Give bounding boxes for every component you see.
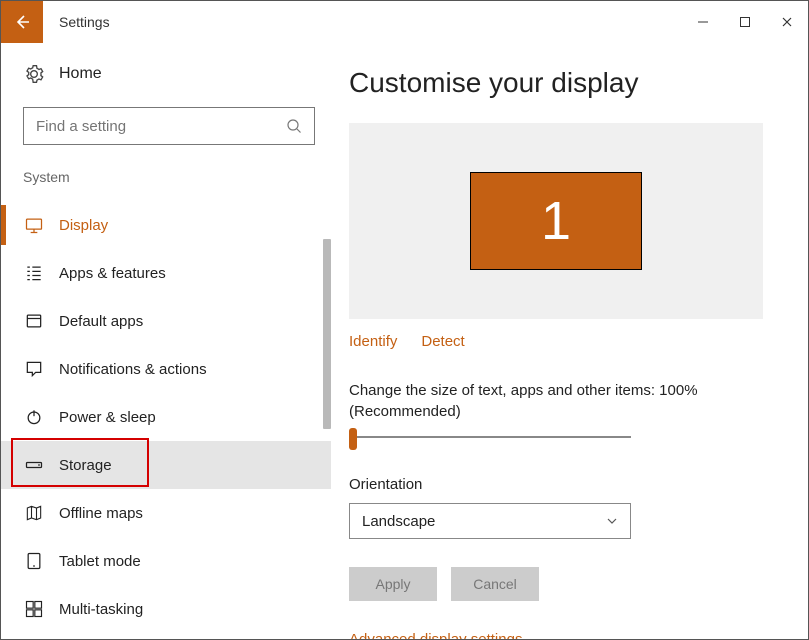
sidebar-item-label: Multi-tasking [59,601,143,618]
close-button[interactable] [766,1,808,43]
restore-icon [739,16,751,28]
sidebar: Home System Display Apps & features [1,43,331,639]
orientation-select[interactable]: Landscape [349,503,631,539]
home-label: Home [59,65,102,83]
default-apps-icon [23,310,45,332]
back-button[interactable] [1,1,43,43]
identify-link[interactable]: Identify [349,333,397,350]
multitask-icon [23,598,45,620]
sidebar-item-display[interactable]: Display [1,201,331,249]
sidebar-item-storage[interactable]: Storage [1,441,331,489]
sidebar-item-label: Tablet mode [59,553,141,570]
sidebar-item-label: Display [59,217,108,234]
apps-icon [23,262,45,284]
apply-button[interactable]: Apply [349,567,437,601]
orientation-label: Orientation [349,476,774,493]
scale-label: Change the size of text, apps and other … [349,380,774,422]
sidebar-item-default-apps[interactable]: Default apps [1,297,331,345]
sidebar-item-maps[interactable]: Offline maps [1,489,331,537]
power-icon [23,406,45,428]
window-controls [682,1,808,43]
section-label: System [23,169,331,185]
monitor-number: 1 [541,190,571,252]
minimize-icon [697,16,709,28]
sidebar-item-multitask[interactable]: Multi-tasking [1,585,331,633]
maps-icon [23,502,45,524]
sidebar-item-label: Apps & features [59,265,166,282]
sidebar-item-label: Offline maps [59,505,143,522]
close-icon [781,16,793,28]
titlebar: Settings [1,1,808,43]
display-preview[interactable]: 1 [349,123,763,319]
button-row: Apply Cancel [349,567,774,601]
tablet-icon [23,550,45,572]
sidebar-item-power[interactable]: Power & sleep [1,393,331,441]
sidebar-scrollbar[interactable] [323,239,331,627]
back-arrow-icon [13,13,31,31]
home-link[interactable]: Home [23,63,331,85]
storage-icon [23,454,45,476]
sidebar-item-apps[interactable]: Apps & features [1,249,331,297]
restore-button[interactable] [724,1,766,43]
main-panel: Customise your display 1 Identify Detect… [331,43,808,639]
search-icon [286,118,302,134]
sidebar-item-label: Default apps [59,313,143,330]
scale-slider[interactable] [349,428,631,448]
identify-detect-row: Identify Detect [349,333,774,350]
sidebar-item-notifications[interactable]: Notifications & actions [1,345,331,393]
sidebar-scrollbar-thumb[interactable] [323,239,331,429]
notifications-icon [23,358,45,380]
chevron-down-icon [606,515,618,527]
sidebar-item-label: Notifications & actions [59,361,207,378]
display-icon [23,214,45,236]
page-title: Customise your display [349,67,774,99]
sidebar-item-label: Power & sleep [59,409,156,426]
content-area: Home System Display Apps & features [1,43,808,639]
search-input[interactable] [36,118,286,135]
detect-link[interactable]: Detect [421,333,464,350]
search-input-container[interactable] [23,107,315,145]
minimize-button[interactable] [682,1,724,43]
slider-track [355,436,631,438]
nav-list: Display Apps & features Default apps Not… [1,201,331,633]
orientation-value: Landscape [362,513,435,530]
gear-icon [23,63,45,85]
advanced-display-link[interactable]: Advanced display settings [349,631,774,639]
slider-thumb[interactable] [349,428,357,450]
cancel-button[interactable]: Cancel [451,567,539,601]
sidebar-item-tablet[interactable]: Tablet mode [1,537,331,585]
sidebar-item-label: Storage [59,457,112,474]
window-title: Settings [59,14,110,30]
monitor-tile[interactable]: 1 [470,172,642,270]
